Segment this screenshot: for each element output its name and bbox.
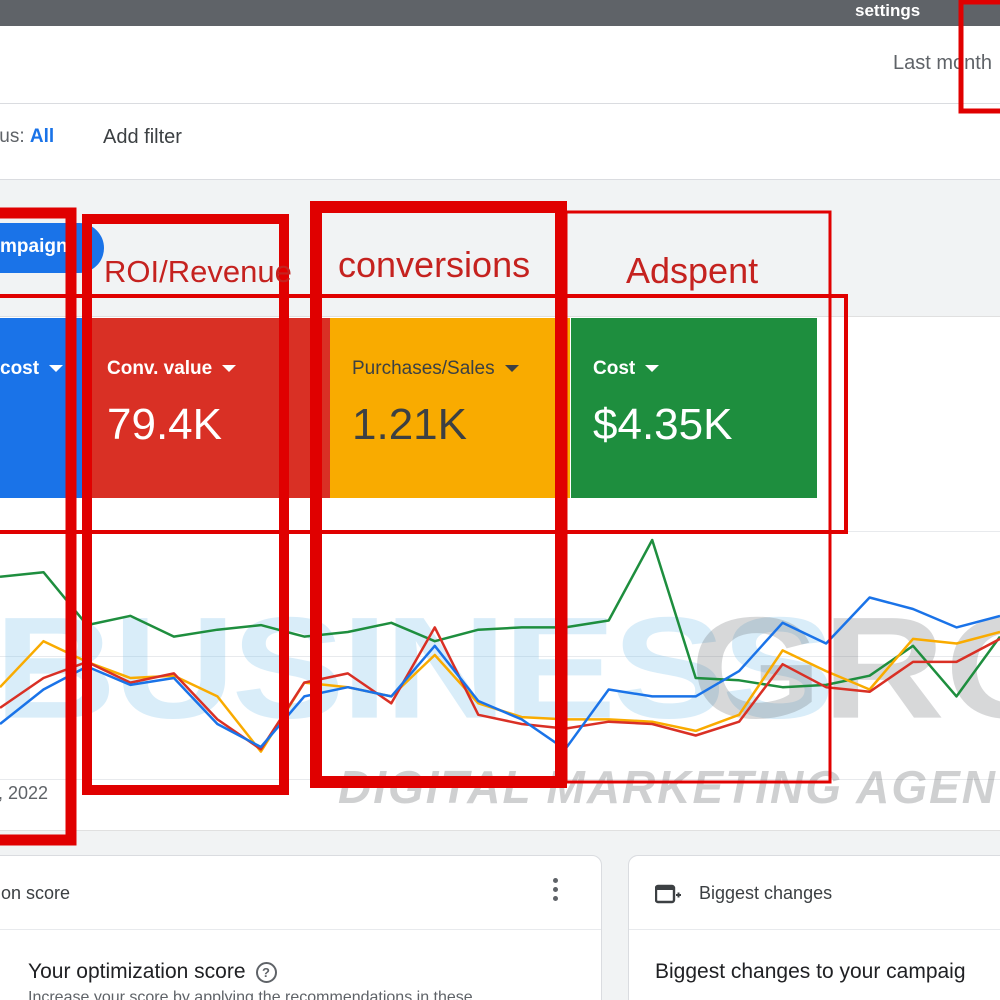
top-toolbar: settings	[0, 0, 1000, 26]
dropdown-caret-icon	[49, 365, 64, 373]
settings-button[interactable]: settings	[855, 1, 920, 21]
metric-tile-cost[interactable]: Cost $4.35K	[571, 318, 817, 498]
optimization-score-title: Your optimization score?	[28, 960, 277, 984]
annotation-roi-label: ROI/Revenue	[104, 254, 292, 289]
filter-bar: tus: All Add filter	[0, 104, 1000, 180]
help-icon[interactable]: ?	[255, 961, 277, 983]
optimization-score-subtitle: Increase your score by applying the reco…	[28, 989, 473, 1000]
metric-tile-label: Purchases/Sales	[352, 358, 570, 380]
dropdown-caret-icon	[504, 365, 519, 373]
dropdown-caret-icon	[222, 365, 237, 373]
metric-tile-label: cost	[0, 358, 85, 380]
performance-line-chart	[0, 538, 1000, 753]
biggest-changes-icon	[655, 884, 681, 904]
biggest-changes-title: Biggest changes to your campaig	[655, 960, 966, 983]
card-header-title: Biggest changes	[699, 883, 833, 903]
chart-series-line-3	[0, 596, 1000, 751]
status-filter-label: tus:	[0, 126, 25, 147]
add-filter-button[interactable]: Add filter	[103, 126, 182, 149]
card-header: on score	[0, 856, 601, 930]
status-filter[interactable]: tus: All	[0, 126, 54, 148]
metric-tile-value: $4.35K	[593, 400, 733, 449]
card-header-title: on score	[1, 883, 71, 903]
annotation-conversions-label: conversions	[338, 244, 531, 285]
status-filter-value: All	[29, 126, 55, 147]
metric-tile-label: Cost	[593, 358, 817, 380]
optimization-score-card: on score Your optimization score? Increa…	[0, 855, 602, 1000]
card-header: Biggest changes	[629, 856, 1000, 930]
metric-tile-value: 1.21K	[352, 400, 467, 449]
watermark-tagline: DIGITAL MARKETING AGEN	[338, 761, 998, 813]
more-vert-icon[interactable]	[553, 878, 559, 906]
google-ads-overview: settings Last month tus: All Add filter …	[0, 0, 1000, 1000]
dropdown-caret-icon	[645, 365, 660, 373]
chart-date-axis-label: , 2022	[0, 783, 49, 803]
campaign-segment-chip[interactable]: mpaign	[0, 223, 104, 273]
metric-tile-cost-per-conv[interactable]: cost	[0, 318, 85, 498]
metric-tile-purchases[interactable]: Purchases/Sales 1.21K	[330, 318, 570, 498]
biggest-changes-card: Biggest changes Biggest changes to your …	[628, 855, 1000, 1000]
metric-tile-label: Conv. value	[107, 358, 330, 380]
metric-tile-conv-value[interactable]: Conv. value 79.4K	[85, 318, 330, 498]
chart-series-line-1	[0, 630, 1000, 753]
annotation-adspent-label: Adspent	[626, 250, 759, 291]
metric-tile-value: 79.4K	[107, 400, 222, 449]
chart-series-line-2	[0, 626, 1000, 751]
date-range-bar: Last month	[0, 26, 1000, 104]
date-range-selector[interactable]: Last month	[893, 52, 992, 75]
